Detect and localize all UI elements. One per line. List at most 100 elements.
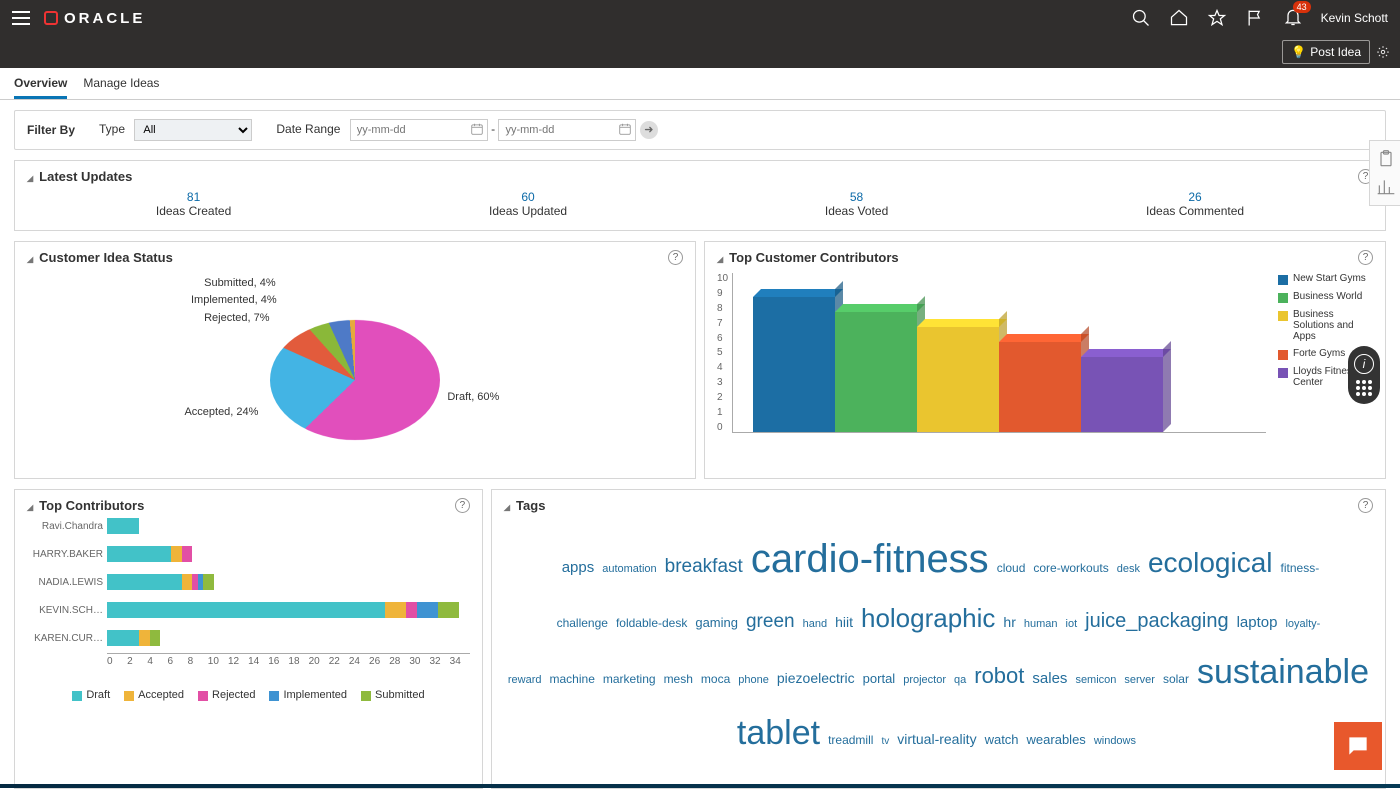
username-label[interactable]: Kevin Schott	[1321, 11, 1388, 25]
tag[interactable]: iot	[1066, 618, 1078, 630]
tag[interactable]: cloud	[997, 561, 1026, 575]
collapse-icon[interactable]	[27, 250, 33, 265]
tag[interactable]: qa	[954, 674, 966, 686]
help-icon[interactable]: ?	[1358, 498, 1373, 513]
tag[interactable]: windows	[1094, 735, 1136, 747]
sub-toolbar: 💡 Post Idea	[0, 36, 1400, 68]
tag[interactable]: hr	[1003, 614, 1015, 630]
date-to-input[interactable]	[498, 119, 636, 141]
legend-item[interactable]: Implemented	[269, 689, 347, 701]
tag[interactable]: mesh	[664, 672, 693, 686]
tag[interactable]: human	[1024, 618, 1058, 630]
tag[interactable]: virtual-reality	[897, 731, 976, 747]
tag[interactable]: breakfast	[665, 556, 743, 577]
tag[interactable]: marketing	[603, 672, 656, 686]
tag[interactable]: wearables	[1027, 732, 1086, 747]
tag[interactable]: solar	[1163, 672, 1189, 686]
home-icon[interactable]	[1169, 8, 1189, 28]
stat-item[interactable]: 60Ideas Updated	[489, 190, 567, 218]
tag[interactable]: piezoelectric	[777, 670, 855, 686]
legend-item[interactable]: Accepted	[124, 689, 184, 701]
tag[interactable]: tv	[881, 736, 889, 747]
stat-item[interactable]: 26Ideas Commented	[1146, 190, 1244, 218]
hbar-row[interactable]: KAREN.CUR…	[27, 625, 470, 651]
legend-item[interactable]: Business World	[1278, 291, 1373, 303]
flag-icon[interactable]	[1245, 8, 1265, 28]
collapse-icon[interactable]	[717, 250, 723, 265]
tag[interactable]: core-workouts	[1033, 561, 1108, 575]
bottom-strip	[0, 784, 1400, 788]
hbar-row[interactable]: Ravi.Chandra	[27, 513, 470, 539]
help-icon[interactable]: ?	[1358, 250, 1373, 265]
info-pill[interactable]: i	[1348, 346, 1380, 404]
type-select[interactable]: All	[134, 119, 252, 141]
star-icon[interactable]	[1207, 8, 1227, 28]
apply-filter-button[interactable]: ➜	[640, 121, 658, 139]
date-from-input[interactable]	[350, 119, 488, 141]
collapse-icon[interactable]	[504, 498, 510, 513]
bar[interactable]	[1081, 349, 1163, 432]
post-idea-button[interactable]: 💡 Post Idea	[1282, 40, 1370, 64]
stacked-bar-chart: Ravi.ChandraHARRY.BAKERNADIA.LEWISKEVIN.…	[27, 513, 470, 683]
calendar-icon[interactable]	[618, 122, 632, 136]
tag[interactable]: holographic	[861, 603, 995, 633]
tag[interactable]: watch	[985, 732, 1019, 747]
tag[interactable]: server	[1124, 674, 1155, 686]
tag[interactable]: hand	[803, 618, 827, 630]
clipboard-icon[interactable]	[1376, 149, 1396, 169]
collapse-icon[interactable]	[27, 169, 33, 184]
tag[interactable]: phone	[738, 674, 769, 686]
notifications-icon[interactable]: 43	[1283, 7, 1303, 30]
tab-manage-ideas[interactable]: Manage Ideas	[83, 76, 159, 99]
bar[interactable]	[999, 334, 1081, 432]
tag[interactable]: cardio-fitness	[751, 537, 989, 581]
oracle-logo: ORACLE	[44, 10, 145, 27]
tag[interactable]: juice_packaging	[1085, 610, 1228, 632]
menu-icon[interactable]	[12, 11, 30, 25]
date-dash: -	[491, 122, 495, 136]
bar[interactable]	[835, 304, 917, 432]
legend-item[interactable]: Business Solutions and Apps	[1278, 309, 1373, 342]
tag[interactable]: projector	[903, 674, 946, 686]
chart-icon[interactable]	[1376, 177, 1396, 197]
tag[interactable]: foldable-desk	[616, 616, 687, 630]
stat-item[interactable]: 81Ideas Created	[156, 190, 231, 218]
tag[interactable]: apps	[562, 559, 595, 576]
tab-overview[interactable]: Overview	[14, 76, 67, 99]
tag[interactable]: machine	[550, 672, 595, 686]
collapse-icon[interactable]	[27, 498, 33, 513]
legend-item[interactable]: Rejected	[198, 689, 255, 701]
stat-item[interactable]: 58Ideas Voted	[825, 190, 888, 218]
help-icon[interactable]: ?	[455, 498, 470, 513]
tag[interactable]: desk	[1117, 563, 1140, 575]
legend-item[interactable]: Submitted	[361, 689, 425, 701]
help-icon[interactable]: ?	[668, 250, 683, 265]
hbar-row[interactable]: NADIA.LEWIS	[27, 569, 470, 595]
top-customer-contributors-panel: Top Customer Contributors ? 012345678910	[704, 241, 1386, 479]
tag[interactable]: automation	[602, 563, 656, 575]
filter-bar: Filter By Type All Date Range - ➜	[14, 110, 1386, 150]
tag[interactable]: green	[746, 611, 795, 632]
tag[interactable]: robot	[974, 663, 1024, 688]
legend-item[interactable]: New Start Gyms	[1278, 273, 1373, 285]
bar[interactable]	[753, 289, 835, 432]
tag[interactable]: laptop	[1237, 614, 1278, 631]
hbar-row[interactable]: KEVIN.SCH…	[27, 597, 470, 623]
panel-title: Top Contributors	[39, 498, 144, 513]
tag[interactable]: treadmill	[828, 733, 873, 747]
gear-icon[interactable]	[1376, 45, 1390, 59]
tag[interactable]: semicon	[1075, 674, 1116, 686]
search-icon[interactable]	[1131, 8, 1151, 28]
tag[interactable]: hiit	[835, 614, 853, 630]
info-icon: i	[1354, 354, 1374, 374]
legend-item[interactable]: Draft	[72, 689, 110, 701]
tag[interactable]: moca	[701, 672, 730, 686]
calendar-icon[interactable]	[470, 122, 484, 136]
bar[interactable]	[917, 319, 999, 432]
tag[interactable]: portal	[863, 671, 896, 686]
chat-button[interactable]	[1334, 722, 1382, 770]
tag[interactable]: ecological	[1148, 547, 1273, 578]
hbar-row[interactable]: HARRY.BAKER	[27, 541, 470, 567]
tag[interactable]: gaming	[695, 615, 738, 630]
tag[interactable]: sales	[1032, 670, 1067, 687]
